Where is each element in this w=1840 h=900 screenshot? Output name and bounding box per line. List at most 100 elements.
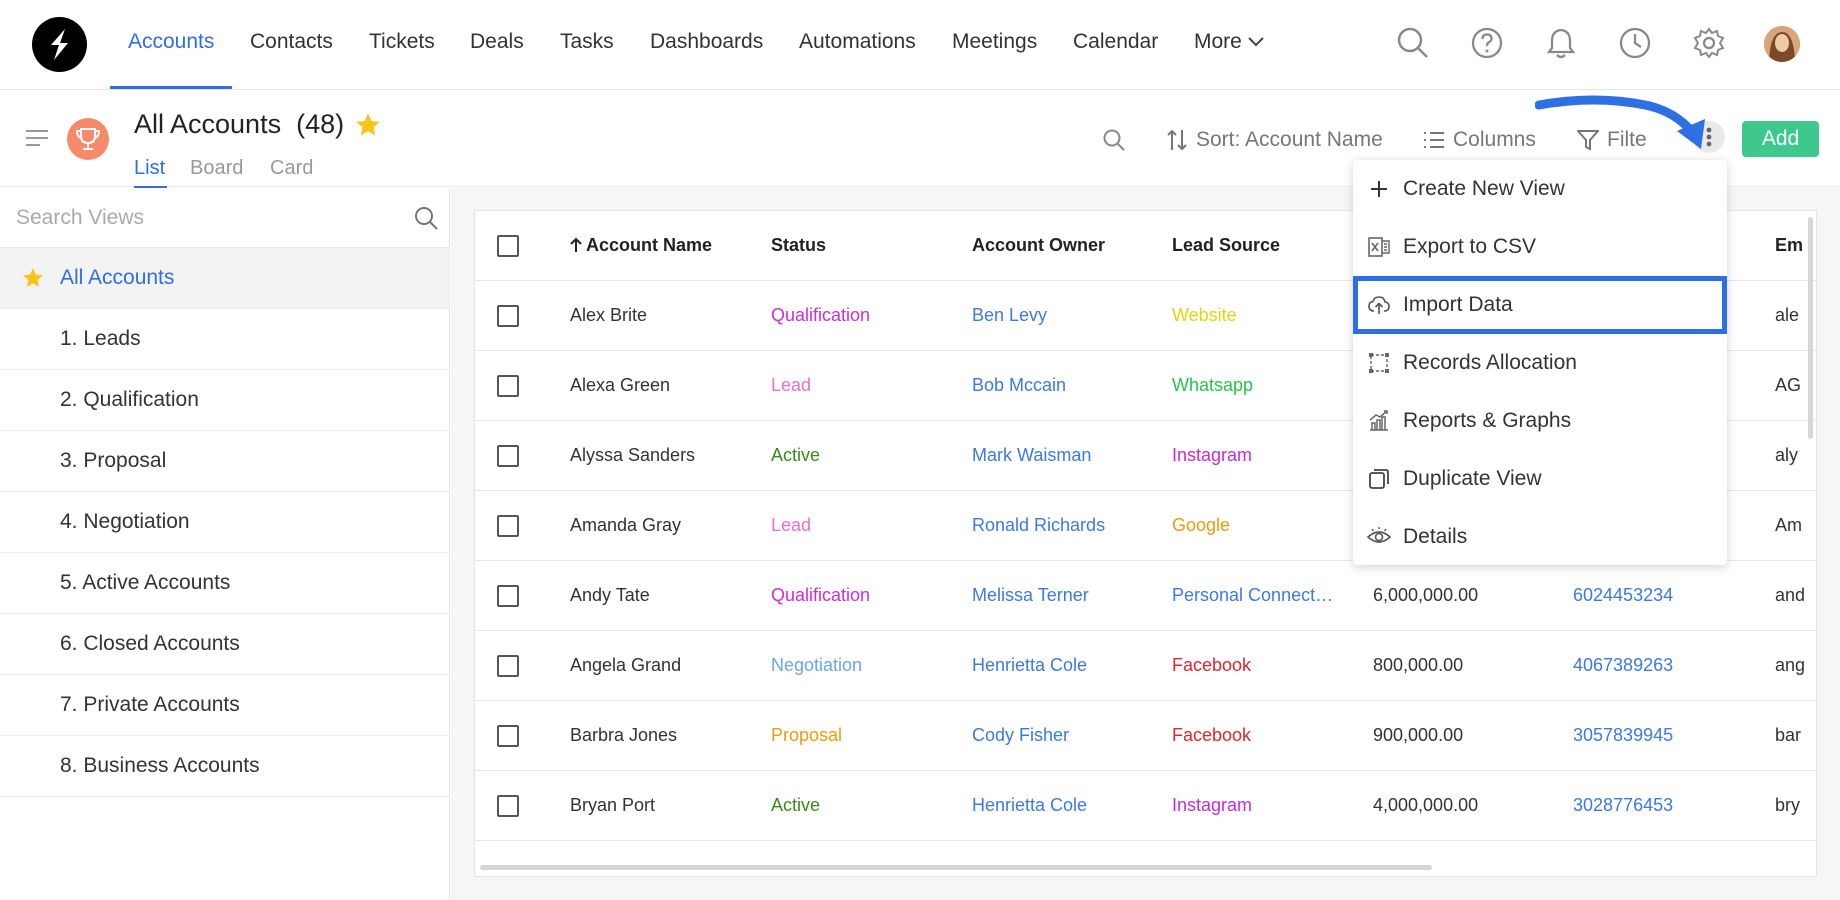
account-name-cell[interactable]: Amanda Gray	[570, 515, 740, 536]
menu-item-records-allocation[interactable]: Records Allocation	[1353, 334, 1727, 392]
account-owner-cell[interactable]: Ben Levy	[972, 305, 1162, 326]
nav-automations[interactable]: Automations	[799, 30, 916, 54]
table-row[interactable]: Andy Tate Qualification Melissa Terner Pers…	[475, 561, 1816, 631]
horizontal-scrollbar[interactable]	[480, 865, 1432, 870]
chevron-down-icon	[1248, 37, 1264, 47]
column-header-account-owner[interactable]: Account Owner	[972, 235, 1105, 256]
table-search-icon[interactable]	[1102, 128, 1134, 152]
row-checkbox[interactable]	[497, 375, 519, 397]
nav-calendar[interactable]: Calendar	[1073, 30, 1158, 54]
account-owner-cell[interactable]: Mark Waisman	[972, 445, 1162, 466]
column-header-lead-source[interactable]: Lead Source	[1172, 235, 1280, 256]
account-name-cell[interactable]: Bryan Port	[570, 795, 740, 816]
account-name-cell[interactable]: Angela Grand	[570, 655, 740, 676]
nav-more-menu[interactable]: More	[1194, 30, 1264, 54]
row-checkbox[interactable]	[497, 305, 519, 327]
nav-tasks[interactable]: Tasks	[560, 30, 614, 54]
row-checkbox[interactable]	[497, 585, 519, 607]
account-owner-cell[interactable]: Melissa Terner	[972, 585, 1162, 606]
menu-item-create-new-view[interactable]: Create New View	[1353, 160, 1727, 218]
sidebar-item-label: 2. Qualification	[60, 388, 199, 411]
clock-icon[interactable]	[1618, 26, 1652, 60]
sidebar-toggle-icon[interactable]	[26, 129, 48, 147]
account-owner-cell[interactable]: Henrietta Cole	[972, 655, 1162, 676]
app-logo[interactable]	[32, 17, 87, 72]
column-header-status[interactable]: Status	[771, 235, 826, 256]
email-cell: bry	[1775, 795, 1801, 815]
account-name-cell[interactable]: Alyssa Sanders	[570, 445, 740, 466]
search-views-input[interactable]	[16, 202, 396, 234]
phone-cell[interactable]: 3057839945	[1573, 725, 1743, 746]
row-checkbox[interactable]	[497, 795, 519, 817]
help-icon[interactable]	[1470, 26, 1504, 60]
page-title-text: All Accounts	[134, 109, 282, 139]
nav-tickets[interactable]: Tickets	[369, 30, 435, 54]
table-row[interactable]: Barbra Jones Proposal Cody Fisher Facebook 9…	[475, 701, 1816, 771]
sidebar-item-negotiation[interactable]: 4. Negotiation	[0, 492, 449, 553]
table-row[interactable]: Bryan Port Active Henrietta Cole Instagram 4…	[475, 771, 1816, 841]
status-cell: Active	[771, 795, 821, 815]
search-icon[interactable]	[413, 205, 439, 231]
status-cell: Qualification	[771, 585, 871, 605]
gear-icon[interactable]	[1692, 26, 1726, 60]
phone-cell[interactable]: 4067389263	[1573, 655, 1743, 676]
lead-source-cell: Whatsapp	[1172, 375, 1254, 395]
row-checkbox[interactable]	[497, 725, 519, 747]
menu-item-duplicate-view[interactable]: Duplicate View	[1353, 450, 1727, 508]
menu-item-export-csv[interactable]: Export to CSV	[1353, 218, 1727, 276]
sidebar-item-all-accounts[interactable]: All Accounts	[0, 248, 449, 309]
account-owner-cell[interactable]: Ronald Richards	[972, 515, 1162, 536]
search-icon[interactable]	[1396, 26, 1430, 60]
account-name-cell[interactable]: Barbra Jones	[570, 725, 740, 746]
account-name-cell[interactable]: Alexa Green	[570, 375, 740, 396]
column-header-email[interactable]: Em	[1775, 235, 1805, 256]
add-button[interactable]: Add	[1742, 121, 1819, 157]
email-cell: and	[1775, 585, 1805, 605]
top-navigation: Accounts Contacts Tickets Deals Tasks Da…	[0, 0, 1840, 90]
menu-item-label: Create New View	[1403, 177, 1565, 200]
account-owner-cell[interactable]: Cody Fisher	[972, 725, 1162, 746]
account-name-cell[interactable]: Alex Brite	[570, 305, 740, 326]
bell-icon[interactable]	[1544, 26, 1578, 60]
table-row[interactable]: Angela Grand Negotiation Henrietta Cole Fac…	[475, 631, 1816, 701]
columns-button[interactable]: Columns	[1423, 128, 1536, 152]
user-avatar[interactable]	[1764, 26, 1800, 62]
sidebar-item-label: 7. Private Accounts	[60, 693, 240, 716]
account-name-cell[interactable]: Andy Tate	[570, 585, 740, 606]
allocation-icon	[1369, 353, 1389, 373]
column-header-account-name[interactable]: Account Name	[570, 235, 712, 256]
sidebar-item-proposal[interactable]: 3. Proposal	[0, 431, 449, 492]
sidebar-item-qualification[interactable]: 2. Qualification	[0, 370, 449, 431]
row-checkbox[interactable]	[497, 515, 519, 537]
nav-accounts[interactable]: Accounts	[128, 30, 214, 54]
sidebar-item-closed-accounts[interactable]: 6. Closed Accounts	[0, 614, 449, 675]
account-owner-cell[interactable]: Henrietta Cole	[972, 795, 1162, 816]
phone-cell[interactable]: 6024453234	[1573, 585, 1743, 606]
row-checkbox[interactable]	[497, 655, 519, 677]
menu-item-details[interactable]: Details	[1353, 508, 1727, 566]
nav-meetings[interactable]: Meetings	[952, 30, 1037, 54]
menu-item-reports-graphs[interactable]: Reports & Graphs	[1353, 392, 1727, 450]
email-cell: ale	[1775, 305, 1800, 325]
account-owner-cell[interactable]: Bob Mccain	[972, 375, 1162, 396]
menu-item-import-data[interactable]: Import Data	[1353, 276, 1727, 334]
sidebar-item-business-accounts[interactable]: 8. Business Accounts	[0, 736, 449, 797]
status-cell: Lead	[771, 515, 812, 535]
phone-cell[interactable]: 3028776453	[1573, 795, 1743, 816]
tab-list[interactable]: List	[134, 157, 165, 180]
tab-card[interactable]: Card	[270, 157, 313, 180]
nav-contacts[interactable]: Contacts	[250, 30, 333, 54]
sidebar-item-leads[interactable]: 1. Leads	[0, 309, 449, 370]
tab-board[interactable]: Board	[190, 157, 243, 180]
select-all-checkbox[interactable]	[497, 235, 519, 257]
lead-source-cell: Google	[1172, 515, 1231, 535]
plus-icon	[1371, 181, 1387, 197]
row-checkbox[interactable]	[497, 445, 519, 467]
nav-dashboards[interactable]: Dashboards	[650, 30, 763, 54]
sidebar-item-private-accounts[interactable]: 7. Private Accounts	[0, 675, 449, 736]
vertical-scrollbar[interactable]	[1808, 217, 1813, 439]
favorite-star-icon[interactable]	[354, 111, 382, 139]
sidebar-item-active-accounts[interactable]: 5. Active Accounts	[0, 553, 449, 614]
sort-button[interactable]: Sort: Account Name	[1166, 128, 1383, 152]
nav-deals[interactable]: Deals	[470, 30, 524, 54]
